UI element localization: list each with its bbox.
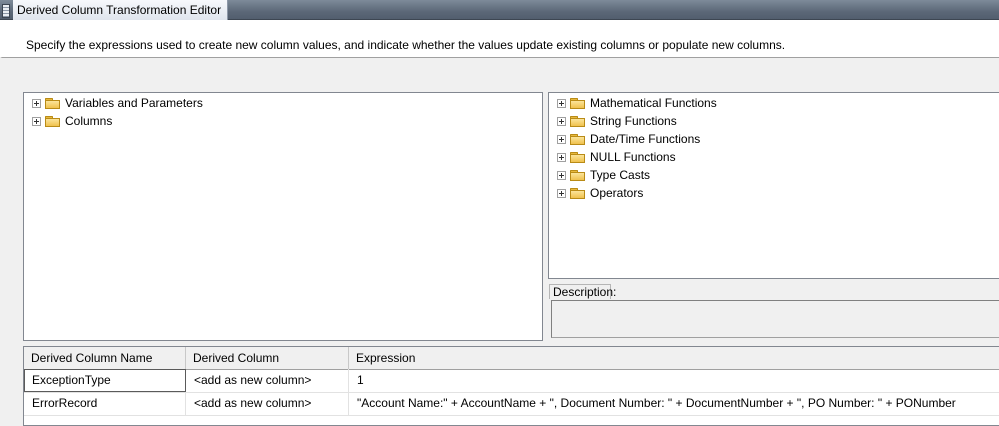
tree-node-variables-and-parameters[interactable]: Variables and Parameters — [32, 94, 203, 112]
tree-node-type-casts[interactable]: Type Casts — [557, 166, 650, 184]
plus-expander-icon[interactable] — [557, 188, 566, 198]
tree-node-label: Mathematical Functions — [590, 96, 717, 110]
folder-icon — [45, 97, 60, 109]
derived-column-name-cell[interactable]: ExceptionType — [24, 369, 186, 392]
description-label: Description: — [549, 284, 616, 299]
column-header-derived-column-name[interactable]: Derived Column Name — [24, 347, 186, 369]
grid-header: Derived Column Name Derived Column Expre… — [24, 347, 999, 370]
folder-icon — [570, 169, 585, 181]
column-header-expression[interactable]: Expression — [349, 347, 999, 369]
header-panel: Specify the expressions used to create n… — [0, 20, 999, 58]
tree-node-label: Date/Time Functions — [590, 132, 701, 146]
plus-expander-icon[interactable] — [557, 170, 566, 180]
tree-node-date-time-functions[interactable]: Date/Time Functions — [557, 130, 700, 148]
tree-node-columns[interactable]: Columns — [32, 112, 112, 130]
folder-icon — [45, 115, 60, 127]
table-row[interactable]: ExceptionType <add as new column> 1 — [24, 369, 999, 393]
derived-columns-grid[interactable]: Derived Column Name Derived Column Expre… — [23, 346, 999, 426]
variables-columns-tree[interactable]: Variables and Parameters Columns — [23, 92, 543, 341]
expression-cell[interactable]: "Account Name:" + AccountName + ", Docum… — [349, 392, 999, 415]
tree-node-label: NULL Functions — [590, 150, 676, 164]
title-bar[interactable]: Derived Column Transformation Editor — [0, 0, 999, 20]
window-title: Derived Column Transformation Editor — [13, 0, 229, 20]
window-grip-icon — [2, 4, 10, 18]
plus-expander-icon[interactable] — [557, 116, 566, 126]
plus-expander-icon[interactable] — [557, 152, 566, 162]
folder-icon — [570, 133, 585, 145]
tree-node-label: String Functions — [590, 114, 677, 128]
folder-icon — [570, 187, 585, 199]
tree-node-operators[interactable]: Operators — [557, 184, 643, 202]
folder-icon — [570, 151, 585, 163]
derived-column-cell[interactable]: <add as new column> — [186, 392, 349, 415]
tree-node-label: Operators — [590, 186, 644, 200]
instructions-text: Specify the expressions used to create n… — [26, 38, 786, 52]
tree-node-mathematical-functions[interactable]: Mathematical Functions — [557, 94, 717, 112]
functions-tree[interactable]: Mathematical Functions String Functions … — [548, 92, 999, 279]
derived-column-cell[interactable]: <add as new column> — [186, 369, 349, 392]
column-header-derived-column[interactable]: Derived Column — [186, 347, 349, 369]
tree-node-null-functions[interactable]: NULL Functions — [557, 148, 676, 166]
tree-node-label: Type Casts — [590, 168, 651, 182]
tree-node-label: Columns — [65, 114, 113, 128]
expression-cell[interactable]: 1 — [349, 369, 999, 392]
folder-icon — [570, 115, 585, 127]
plus-expander-icon[interactable] — [557, 98, 566, 108]
tree-node-label: Variables and Parameters — [65, 96, 203, 110]
table-row[interactable]: ErrorRecord <add as new column> "Account… — [24, 392, 999, 416]
plus-expander-icon[interactable] — [32, 116, 41, 126]
plus-expander-icon[interactable] — [557, 134, 566, 144]
tree-node-string-functions[interactable]: String Functions — [557, 112, 677, 130]
derived-column-name-cell[interactable]: ErrorRecord — [24, 392, 186, 415]
description-box — [551, 300, 999, 338]
plus-expander-icon[interactable] — [32, 98, 41, 108]
folder-icon — [570, 97, 585, 109]
